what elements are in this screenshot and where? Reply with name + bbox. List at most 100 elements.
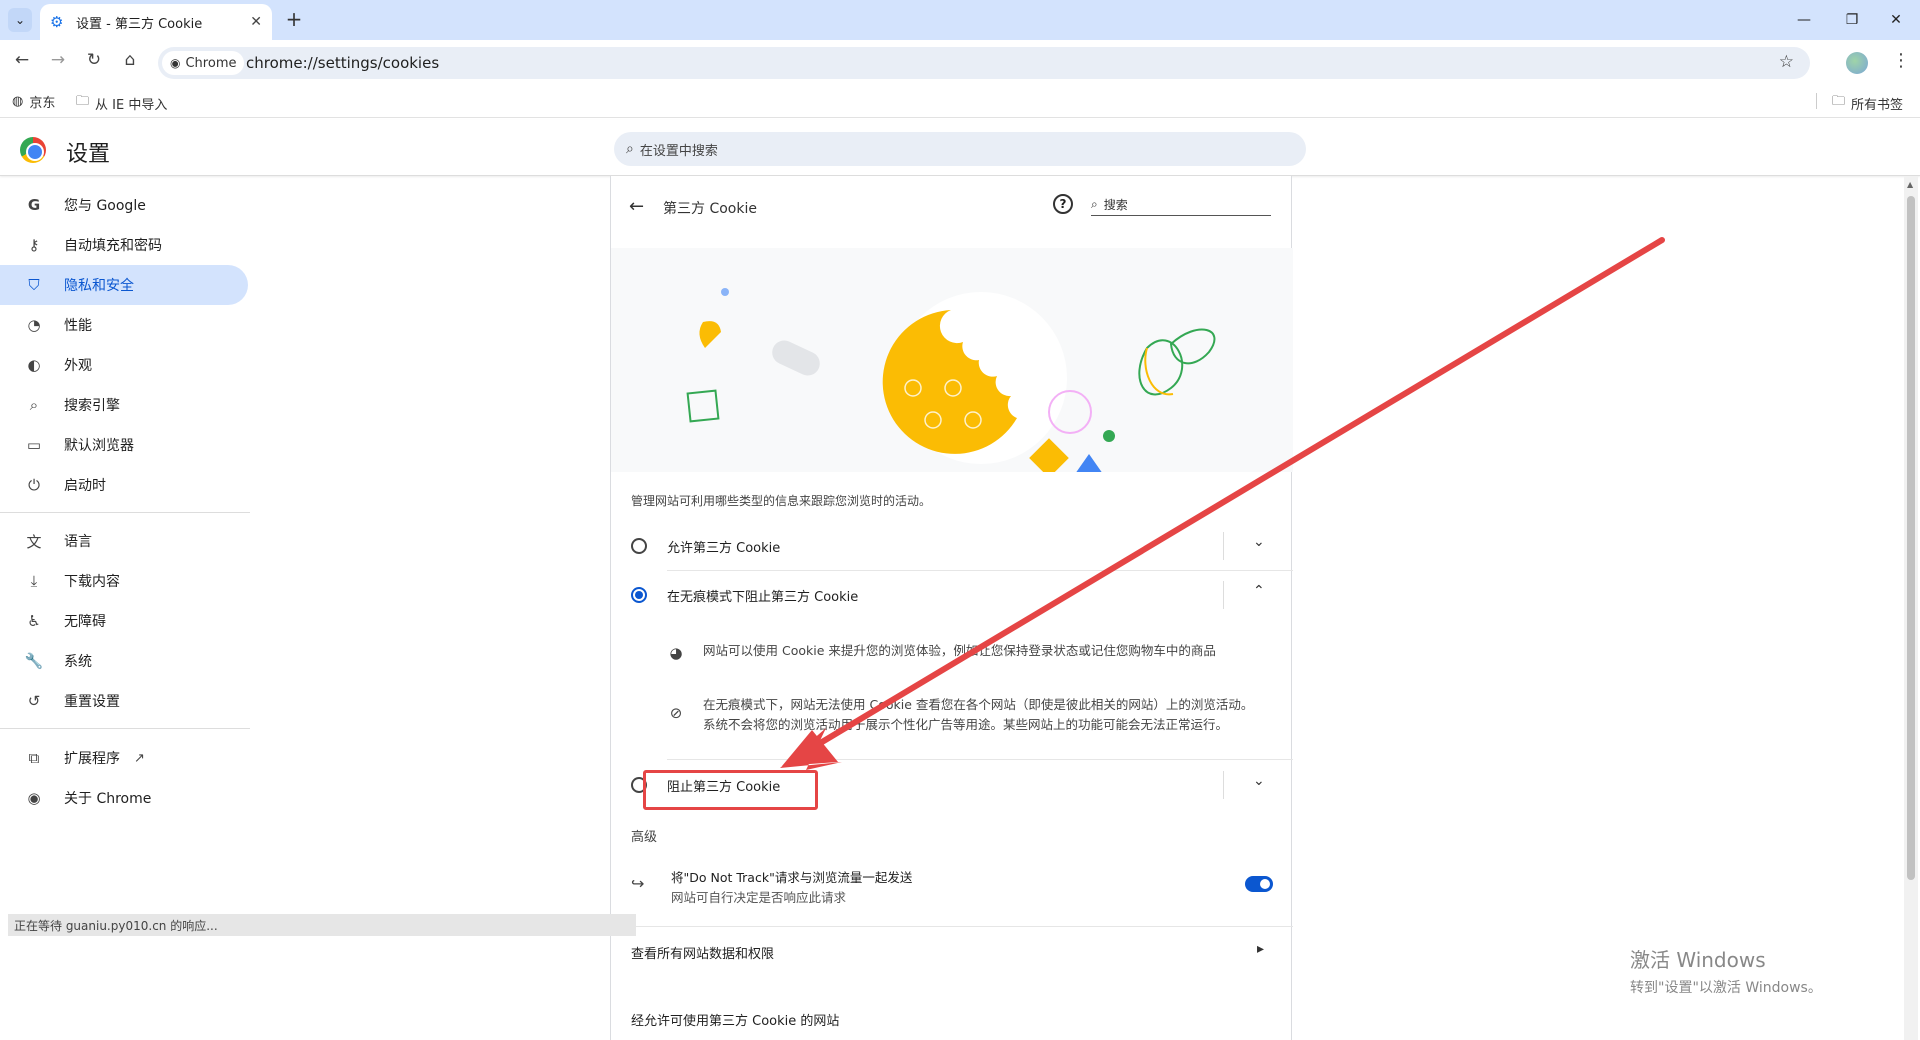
key-icon: ⚷ bbox=[28, 236, 40, 254]
sidebar-item-autofill[interactable]: ⚷ 自动填充和密码 bbox=[0, 225, 248, 265]
chrome-logo bbox=[20, 137, 46, 163]
sidebar-item-extensions[interactable]: ⧉ 扩展程序 ↗ bbox=[0, 738, 248, 778]
shield-icon: ⛉ bbox=[28, 276, 40, 294]
scroll-up-icon[interactable]: ▲ bbox=[1907, 180, 1913, 189]
tab-search-button[interactable]: ⌄ bbox=[8, 8, 32, 32]
option-divider bbox=[1223, 771, 1224, 799]
site-data-link-row[interactable]: 查看所有网站数据和权限 ▸ bbox=[611, 926, 1293, 976]
browser-icon: ▭ bbox=[26, 436, 42, 454]
search-placeholder: 在设置中搜索 bbox=[639, 143, 718, 159]
scrollbar-thumb[interactable] bbox=[1907, 196, 1915, 880]
minimize-button[interactable]: — bbox=[1780, 0, 1828, 40]
sidebar-item-system[interactable]: 🔧 系统 bbox=[0, 641, 248, 681]
folder-icon: 🗀 bbox=[76, 94, 90, 109]
watermark-title: 激活 Windows bbox=[1630, 948, 1766, 972]
sidebar-item-label: 下载内容 bbox=[64, 574, 120, 590]
reload-button[interactable]: ↻ bbox=[80, 46, 108, 74]
radio-button[interactable] bbox=[631, 538, 647, 554]
close-icon[interactable]: ✕ bbox=[250, 14, 262, 30]
globe-icon: ◍ bbox=[12, 94, 24, 109]
home-button[interactable]: ⌂ bbox=[116, 46, 144, 74]
do-not-track-row[interactable]: ↪ 将"Do Not Track"请求与浏览流量一起发送 网站可自行决定是否响应… bbox=[611, 862, 1293, 910]
dnt-label: 将"Do Not Track"请求与浏览流量一起发送 bbox=[671, 870, 913, 885]
page-search-input[interactable]: ⌕ 搜索 bbox=[1091, 194, 1271, 216]
home-icon: ⌂ bbox=[124, 50, 136, 70]
tab-title: 设置 - 第三方 Cookie bbox=[76, 16, 203, 32]
restore-button[interactable]: ❐ bbox=[1828, 0, 1876, 40]
settings-search-input[interactable]: ⌕ 在设置中搜索 bbox=[614, 132, 1306, 166]
page-search-placeholder: 搜索 bbox=[1103, 198, 1128, 212]
option-label: 在无痕模式下阻止第三方 Cookie bbox=[667, 590, 859, 605]
option-divider bbox=[1223, 532, 1224, 560]
windows-activation-watermark: 激活 Windows 转到"设置"以激活 Windows。 bbox=[1630, 944, 1822, 997]
sidebar-item-accessibility[interactable]: ♿ 无障碍 bbox=[0, 601, 248, 641]
sidebar-item-on-startup[interactable]: ⏻ 启动时 bbox=[0, 465, 248, 505]
sidebar-item-appearance[interactable]: ◐ 外观 bbox=[0, 345, 248, 385]
help-icon[interactable]: ? bbox=[1053, 194, 1073, 214]
option-label: 允许第三方 Cookie bbox=[667, 541, 781, 556]
close-window-button[interactable]: ✕ bbox=[1872, 0, 1920, 40]
sidebar-item-label: 重置设置 bbox=[64, 694, 120, 710]
external-link-icon: ↗ bbox=[134, 750, 145, 766]
cookie-illustration bbox=[611, 248, 1293, 472]
bookmark-item[interactable]: ◍ 京东 bbox=[12, 92, 55, 111]
forward-button[interactable]: → bbox=[44, 46, 72, 74]
sidebar-item-default-browser[interactable]: ▭ 默认浏览器 bbox=[0, 425, 248, 465]
page-description: 管理网站可利用哪些类型的信息来跟踪您浏览时的活动。 bbox=[631, 494, 932, 508]
chevron-up-icon[interactable]: ⌃ bbox=[1253, 583, 1265, 599]
profile-avatar[interactable] bbox=[1846, 52, 1868, 74]
download-icon: ⤓ bbox=[30, 572, 38, 590]
sidebar-item-label: 搜索引擎 bbox=[64, 398, 120, 414]
page-title: 第三方 Cookie bbox=[663, 201, 757, 217]
sidebar-item-privacy[interactable]: ⛉ 隐私和安全 bbox=[0, 265, 248, 305]
sidebar-divider bbox=[0, 728, 250, 729]
arrow-left-icon: ← bbox=[14, 50, 30, 70]
status-bar: 正在等待 guaniu.py010.cn 的响应... bbox=[8, 914, 636, 936]
option-divider bbox=[1223, 581, 1224, 609]
divider bbox=[667, 759, 1293, 760]
more-menu-icon[interactable]: ⋮ bbox=[1892, 50, 1910, 71]
search-icon: ⌕ bbox=[1091, 197, 1098, 211]
bookmark-label: 京东 bbox=[29, 96, 56, 111]
detail-text: 网站可以使用 Cookie 来提升您的浏览体验，例如让您保持登录状态或记住您购物… bbox=[703, 643, 1216, 658]
sidebar-item-label: 扩展程序 bbox=[64, 751, 120, 767]
chevron-down-icon[interactable]: ⌄ bbox=[1253, 534, 1265, 550]
dnt-toggle[interactable] bbox=[1245, 876, 1273, 892]
arrow-right-icon: → bbox=[50, 50, 66, 70]
folder-icon: 🗀 bbox=[1832, 94, 1846, 109]
sidebar: G 您与 Google ⚷ 自动填充和密码 ⛉ 隐私和安全 ◔ 性能 ◐ 外观 … bbox=[0, 180, 250, 1040]
address-bar[interactable]: ◉ Chrome chrome://settings/cookies ☆ bbox=[158, 47, 1810, 79]
bookmark-item[interactable]: 🗀 从 IE 中导入 bbox=[76, 92, 167, 114]
wrench-icon: 🔧 bbox=[24, 652, 44, 670]
sidebar-item-you-and-google[interactable]: G 您与 Google bbox=[0, 185, 248, 225]
advanced-section-title: 高级 bbox=[631, 830, 658, 845]
option-block-in-incognito[interactable]: 在无痕模式下阻止第三方 Cookie ⌃ bbox=[611, 571, 1293, 619]
accessibility-icon: ♿ bbox=[27, 612, 41, 630]
site-info-chip[interactable]: ◉ Chrome bbox=[162, 51, 245, 75]
detail-text: 在无痕模式下，网站无法使用 Cookie 查看您在各个网站（即使是彼此相关的网站… bbox=[703, 697, 1254, 732]
new-tab-button[interactable]: + bbox=[282, 8, 306, 32]
back-arrow-icon[interactable]: ← bbox=[629, 196, 644, 217]
radio-button-selected[interactable] bbox=[631, 587, 647, 603]
detail-cookies-usage: ◕ 网站可以使用 Cookie 来提升您的浏览体验，例如让您保持登录状态或记住您… bbox=[667, 641, 1257, 662]
sidebar-item-about-chrome[interactable]: ◉ 关于 Chrome bbox=[0, 778, 248, 818]
chevron-down-icon[interactable]: ⌄ bbox=[1253, 773, 1265, 789]
back-button[interactable]: ← bbox=[8, 46, 36, 74]
sidebar-item-downloads[interactable]: ⤓ 下载内容 bbox=[0, 561, 248, 601]
sidebar-item-languages[interactable]: 文 语言 bbox=[0, 521, 248, 561]
all-bookmarks[interactable]: 🗀 所有书签 bbox=[1832, 92, 1903, 114]
chrome-icon: ◉ bbox=[27, 789, 41, 807]
extension-icon: ⧉ bbox=[28, 749, 40, 767]
option-allow-third-party[interactable]: 允许第三方 Cookie ⌄ bbox=[611, 522, 1293, 570]
sidebar-item-search-engine[interactable]: ⌕ 搜索引擎 bbox=[0, 385, 248, 425]
active-tab[interactable]: ⚙ 设置 - 第三方 Cookie ✕ bbox=[40, 4, 272, 40]
sidebar-item-reset[interactable]: ↺ 重置设置 bbox=[0, 681, 248, 721]
star-icon[interactable]: ☆ bbox=[1779, 52, 1794, 72]
reset-icon: ↺ bbox=[27, 692, 41, 710]
url-text[interactable]: chrome://settings/cookies bbox=[246, 54, 439, 72]
page-scrollbar[interactable]: ▲ bbox=[1904, 176, 1918, 1040]
gear-icon: ⚙ bbox=[50, 13, 64, 31]
arrow-right-icon: ▸ bbox=[1257, 941, 1265, 957]
annotation-highlight-box bbox=[643, 770, 818, 810]
sidebar-item-performance[interactable]: ◔ 性能 bbox=[0, 305, 248, 345]
